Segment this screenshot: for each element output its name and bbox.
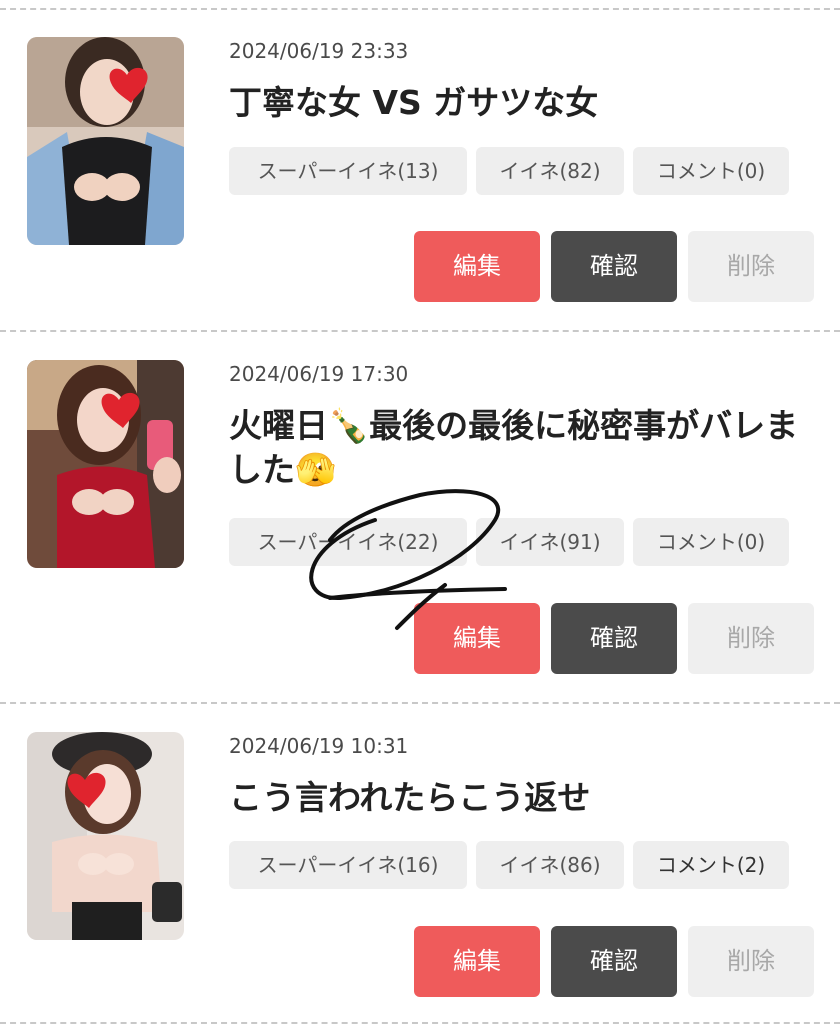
delete-button[interactable]: 削除 (688, 231, 814, 302)
post-actions: 編集 確認 削除 (414, 926, 814, 997)
divider (0, 1022, 840, 1024)
like-count: イイネ(86) (476, 841, 624, 889)
edit-button[interactable]: 編集 (414, 231, 540, 302)
like-count: イイネ(82) (476, 147, 624, 195)
post-title[interactable]: 火曜日🍾最後の最後に秘密事がバレました🫣 (229, 404, 829, 492)
divider (0, 330, 840, 332)
super-like-count: スーパーイイネ(22) (229, 518, 467, 566)
post-date: 2024/06/19 10:31 (229, 734, 409, 758)
post-thumbnail[interactable] (27, 360, 184, 568)
super-like-count: スーパーイイネ(13) (229, 147, 467, 195)
divider (0, 702, 840, 704)
comment-count[interactable]: コメント(0) (633, 147, 789, 195)
post-thumbnail[interactable] (27, 37, 184, 245)
post-thumbnail[interactable] (27, 732, 184, 940)
super-like-count: スーパーイイネ(16) (229, 841, 467, 889)
post-stats: スーパーイイネ(13) イイネ(82) コメント(0) (229, 147, 789, 195)
confirm-button[interactable]: 確認 (551, 231, 677, 302)
post-stats: スーパーイイネ(16) イイネ(86) コメント(2) (229, 841, 789, 889)
edit-button[interactable]: 編集 (414, 603, 540, 674)
post-title[interactable]: こう言われたらこう返せ (229, 776, 829, 820)
delete-button[interactable]: 削除 (688, 926, 814, 997)
post-title[interactable]: 丁寧な女 VS ガサツな女 (229, 81, 829, 125)
post-actions: 編集 確認 削除 (414, 231, 814, 302)
post-date: 2024/06/19 23:33 (229, 39, 409, 63)
delete-button[interactable]: 削除 (688, 603, 814, 674)
post-stats: スーパーイイネ(22) イイネ(91) コメント(0) (229, 518, 789, 566)
comment-count[interactable]: コメント(0) (633, 518, 789, 566)
confirm-button[interactable]: 確認 (551, 603, 677, 674)
post-actions: 編集 確認 削除 (414, 603, 814, 674)
edit-button[interactable]: 編集 (414, 926, 540, 997)
like-count: イイネ(91) (476, 518, 624, 566)
divider (0, 8, 840, 10)
post-date: 2024/06/19 17:30 (229, 362, 409, 386)
comment-count[interactable]: コメント(2) (633, 841, 789, 889)
confirm-button[interactable]: 確認 (551, 926, 677, 997)
